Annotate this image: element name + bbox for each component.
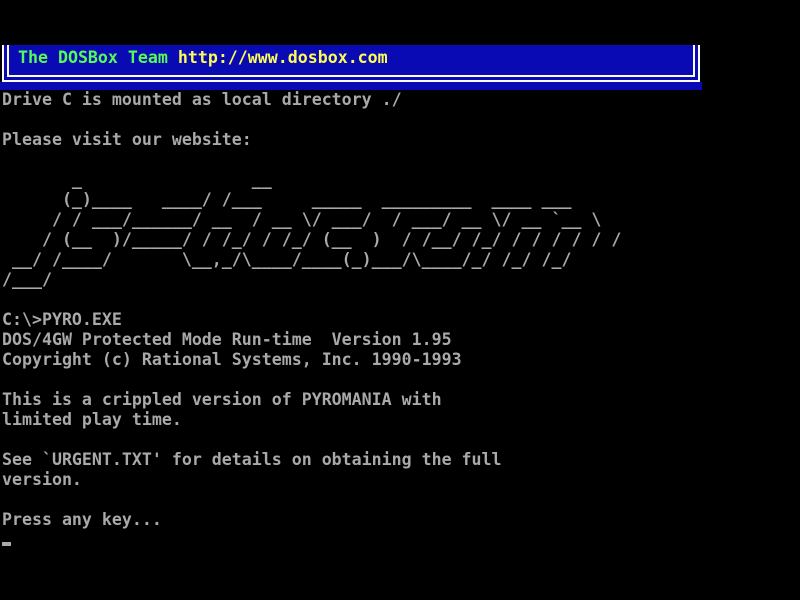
- terminal-output: Drive C is mounted as local directory ./…: [2, 90, 621, 530]
- dosbox-banner-text: The DOSBox Team http://www.dosbox.com: [18, 48, 388, 68]
- dosbox-banner: The DOSBox Team http://www.dosbox.com: [2, 45, 700, 82]
- dosbox-url-text: http://www.dosbox.com: [178, 48, 388, 67]
- terminal-cursor: [2, 542, 11, 546]
- dosbox-screen[interactable]: The DOSBox Team http://www.dosbox.com Dr…: [0, 0, 800, 600]
- banner-shadow: [0, 82, 702, 90]
- dosbox-team-label: The DOSBox Team: [18, 48, 178, 67]
